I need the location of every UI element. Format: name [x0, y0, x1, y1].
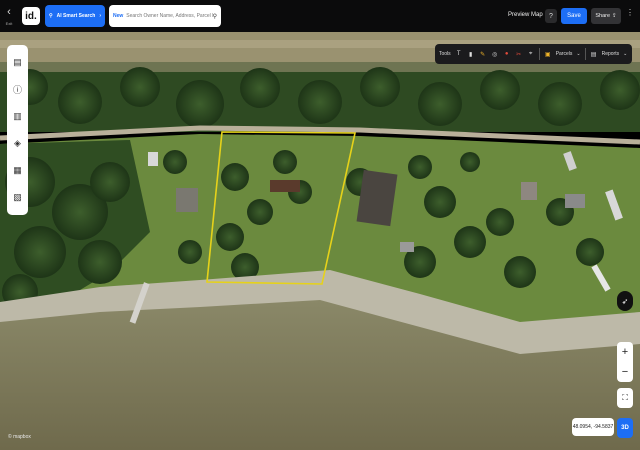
left-toolbar: ▤ ⓘ ▥ ◈ ▦ ▧ — [7, 45, 28, 215]
share-button[interactable]: Share ⇪ — [591, 8, 621, 24]
divider — [584, 48, 586, 60]
satellite-map[interactable] — [0, 32, 640, 450]
layers-icon[interactable]: ◈ — [12, 138, 24, 150]
chevron-left-icon: ‹ — [7, 5, 11, 18]
share-icon: ⇪ — [612, 13, 617, 19]
search-icon: ⚲ — [49, 13, 53, 19]
measure-tool-icon[interactable]: ◎ — [491, 51, 499, 58]
preview-map-button[interactable]: Preview Map — [508, 12, 543, 18]
new-badge: New — [113, 13, 124, 19]
save-button[interactable]: Save — [561, 8, 587, 24]
pencil-tool-icon[interactable]: ✎ — [479, 51, 487, 58]
ai-smart-search-button[interactable]: ⚲ AI Smart Search › — [45, 5, 105, 27]
search-input[interactable]: Search Owner Name, Address, Parcel Id — [126, 13, 212, 19]
tools-bar: Tools T ▮ ✎ ◎ ● ✂ ⌖ ▣ Parcels ⌄ ▤ Report… — [435, 44, 632, 64]
map-attribution: © mapbox — [8, 434, 31, 440]
parcels-icon: ▣ — [544, 51, 551, 58]
top-bar: ‹ Exit id. ⚲ AI Smart Search › New Searc… — [0, 0, 640, 32]
coordinates-readout: 48.0954, -94.5837 — [572, 418, 614, 436]
divider — [538, 48, 540, 60]
zoom-in-button[interactable]: + — [622, 346, 628, 358]
parcels-dropdown[interactable]: Parcels — [556, 51, 573, 57]
share-label: Share — [595, 13, 611, 19]
exit-button[interactable]: ‹ Exit — [0, 0, 18, 32]
chevron-down-icon[interactable]: ⌄ — [623, 51, 627, 57]
reports-dropdown[interactable]: Reports — [602, 51, 620, 57]
zoom-out-button[interactable]: − — [622, 366, 628, 378]
chevron-right-icon: › — [99, 13, 101, 19]
zoom-control: + − — [617, 342, 633, 382]
pin-tool-icon[interactable]: ⌖ — [527, 51, 535, 58]
tools-label: Tools — [439, 51, 451, 57]
help-button[interactable]: ? — [545, 9, 557, 23]
app-window: ‹ Exit id. ⚲ AI Smart Search › New Searc… — [0, 0, 640, 450]
info-icon[interactable]: ⓘ — [12, 84, 24, 96]
scissors-tool-icon[interactable]: ✂ — [515, 51, 523, 58]
more-menu-icon[interactable]: ⋮ — [626, 8, 634, 17]
compass-icon[interactable]: ➶ — [617, 291, 633, 311]
exit-label: Exit — [5, 20, 13, 26]
fullscreen-icon[interactable]: ⛶ — [617, 388, 633, 408]
text-tool-icon[interactable]: T — [455, 51, 463, 57]
chevron-down-icon[interactable]: ⌄ — [576, 51, 580, 57]
search-icon[interactable]: ⚲ — [213, 13, 217, 20]
search-bar[interactable]: New Search Owner Name, Address, Parcel I… — [109, 5, 221, 27]
document-icon[interactable]: ▤ — [12, 57, 24, 69]
building-icon[interactable]: ▦ — [12, 165, 24, 177]
report-icon[interactable]: ▧ — [12, 192, 24, 204]
note-tool-icon[interactable]: ▮ — [467, 51, 475, 58]
app-logo[interactable]: id. — [22, 7, 40, 25]
reports-icon: ▤ — [590, 51, 597, 58]
marker-tool-icon[interactable]: ● — [503, 51, 511, 57]
map-icon[interactable]: ▥ — [12, 111, 24, 123]
ai-smart-search-label: AI Smart Search — [56, 13, 96, 19]
3d-toggle-button[interactable]: 3D — [617, 418, 633, 438]
